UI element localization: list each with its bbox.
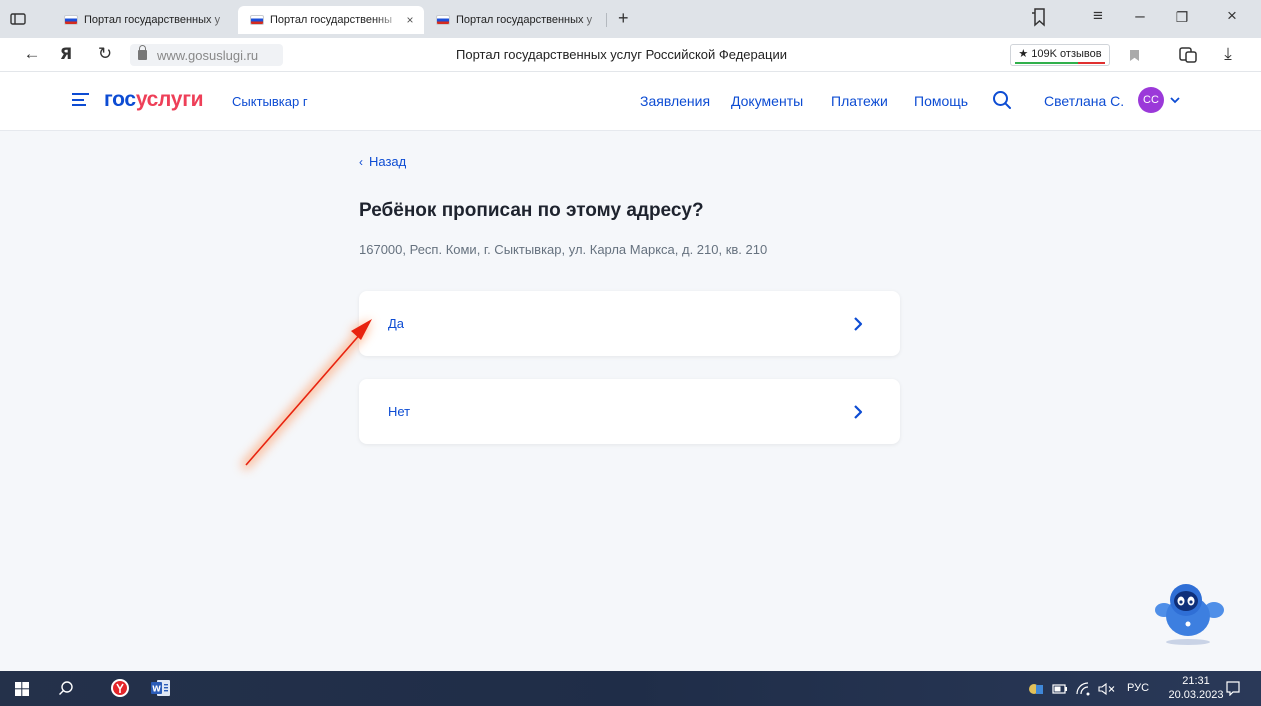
wifi-icon[interactable]: [1076, 682, 1092, 696]
lock-icon: [138, 45, 147, 60]
restore-icon[interactable]: ❐: [1170, 9, 1194, 26]
close-tab-icon[interactable]: ×: [402, 13, 418, 27]
menu-icon[interactable]: ≡: [1086, 6, 1110, 26]
back-arrow-icon[interactable]: ←: [22, 44, 42, 64]
avatar[interactable]: CC: [1138, 87, 1164, 113]
bookmark-icon[interactable]: [1130, 50, 1139, 61]
yandex-browser-icon[interactable]: [110, 678, 130, 698]
browser-address-bar: ← Я ↻ www.gosuslugi.ru Портал государств…: [0, 38, 1261, 72]
nav-documents[interactable]: Документы: [731, 93, 803, 109]
option-label: Да: [388, 316, 405, 331]
user-name-link[interactable]: Светлана С.: [1044, 93, 1124, 109]
nav-payments[interactable]: Платежи: [831, 93, 888, 109]
page-title-in-omnibox: Портал государственных услуг Российской …: [456, 47, 787, 62]
svg-text:W: W: [152, 685, 161, 694]
option-no-button[interactable]: Нет: [359, 379, 900, 444]
assistant-robot-icon[interactable]: [1150, 578, 1230, 648]
chevron-right-icon: [854, 405, 863, 419]
bookmarks-manager-icon[interactable]: [1028, 6, 1052, 28]
url-field[interactable]: www.gosuslugi.ru: [130, 44, 283, 66]
reload-icon[interactable]: ↻: [95, 44, 115, 64]
city-selector[interactable]: Сыктывкар г: [232, 94, 308, 109]
battery-icon[interactable]: [1052, 682, 1068, 696]
browser-tab-1[interactable]: Портал государственных у: [52, 6, 238, 34]
back-link[interactable]: ‹ Назад: [359, 154, 406, 169]
hamburger-menu-icon[interactable]: [72, 93, 89, 106]
chevron-left-icon: ‹: [359, 155, 363, 169]
clock-time[interactable]: 21:31: [1166, 675, 1226, 687]
question-title: Ребёнок прописан по этому адресу?: [359, 200, 704, 221]
input-language-indicator[interactable]: РУС: [1127, 682, 1149, 694]
reviews-badge[interactable]: ★ 109K отзывов: [1010, 44, 1110, 66]
chevron-right-icon: [854, 317, 863, 331]
registration-address: 167000, Респ. Коми, г. Сыктывкар, ул. Ка…: [359, 242, 768, 257]
nav-help[interactable]: Помощь: [914, 93, 968, 109]
download-icon[interactable]: ⤓: [1218, 44, 1238, 64]
search-icon[interactable]: [992, 90, 1012, 110]
site-header: госуслуги Сыктывкар г Заявления Документ…: [0, 72, 1261, 131]
browser-tab-2-active[interactable]: Портал государственны ×: [238, 6, 424, 34]
clock-date[interactable]: 20.03.2023: [1166, 689, 1226, 701]
nav-applications[interactable]: Заявления: [640, 93, 710, 109]
option-yes-button[interactable]: Да: [359, 291, 900, 356]
sidebar-toggle-icon[interactable]: [8, 9, 28, 29]
minimize-icon[interactable]: –: [1128, 6, 1152, 26]
browser-tab-3[interactable]: Портал государственных у: [424, 6, 610, 34]
option-label: Нет: [388, 404, 411, 419]
word-app-icon[interactable]: W: [151, 679, 171, 697]
search-icon[interactable]: [58, 680, 74, 696]
browser-tab-strip: Портал государственных у Портал государс…: [0, 0, 1261, 38]
close-window-icon[interactable]: ×: [1220, 6, 1244, 26]
yandex-logo-icon[interactable]: Я: [56, 44, 76, 63]
russian-flag-icon: [250, 15, 264, 25]
notifications-icon[interactable]: [1225, 680, 1241, 696]
volume-muted-icon[interactable]: [1098, 682, 1116, 696]
russian-flag-icon: [64, 15, 78, 25]
gosuslugi-logo[interactable]: госуслуги: [104, 88, 204, 112]
windows-start-icon[interactable]: [15, 682, 29, 696]
russian-flag-icon: [436, 15, 450, 25]
network-shield-icon[interactable]: [1028, 681, 1044, 697]
share-icon[interactable]: [1178, 46, 1198, 64]
windows-taskbar: W РУС 21:31 20.03.2023: [0, 671, 1261, 706]
chevron-down-icon[interactable]: [1169, 94, 1181, 106]
new-tab-button[interactable]: +: [618, 8, 629, 29]
